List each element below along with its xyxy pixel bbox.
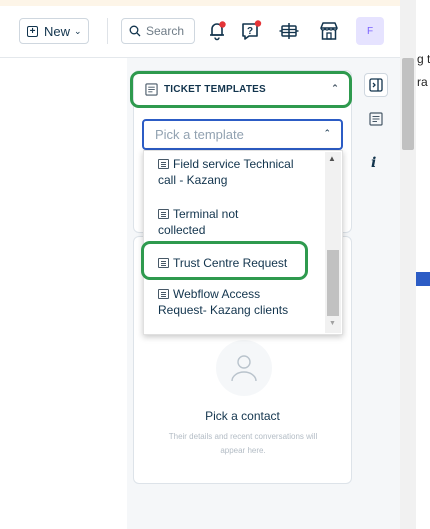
apps-button[interactable] [275,17,303,45]
background-window: g t ra [416,0,430,529]
templates-rail-button[interactable] [368,111,384,127]
template-icon [158,209,169,219]
help-icon: ? [242,20,262,40]
avatar-initial: F [366,25,374,37]
template-picker-placeholder: Pick a template [155,127,244,142]
contact-icon [216,340,272,396]
background-text-line-1: g t [417,52,430,66]
toolbar-divider [107,18,108,44]
dropdown-scrollbar-thumb[interactable] [327,250,339,316]
new-button-label: New [44,23,71,39]
side-rail: i [361,58,393,529]
bell-icon [210,21,226,41]
chevron-down-icon: ⌄ [74,25,82,36]
scroll-down-arrow-icon[interactable]: ▼ [329,320,336,327]
store-icon [320,22,338,40]
option-highlight-outline [141,241,308,280]
svg-text:?: ? [247,26,253,37]
template-icon [158,289,169,299]
header-highlight-outline [130,71,352,108]
template-icon [369,112,383,126]
top-bar: + New ⌄ Search ? F [0,6,400,58]
search-icon [129,25,141,37]
expand-panel-button[interactable] [364,73,388,97]
template-option-field-service[interactable]: Field service Technical call - Kazang [158,156,326,188]
pick-contact-title: Pick a contact [205,409,280,423]
chevron-up-icon: ⌃ [323,128,331,138]
pick-contact-hint: Their details and recent conversations w… [168,432,318,455]
background-blue-block [416,272,430,286]
help-button[interactable]: ? [237,17,265,45]
template-option-terminal-not-collected[interactable]: Terminal not collected [158,206,326,238]
expand-panel-icon [369,78,383,92]
search-label: Search [146,24,185,38]
marketplace-button[interactable] [315,17,343,45]
new-button[interactable]: + New ⌄ [19,18,89,44]
scroll-up-arrow-icon[interactable]: ▲ [328,154,336,163]
info-icon[interactable]: i [371,155,376,171]
search-button[interactable]: Search [121,18,195,44]
template-icon [158,159,169,169]
notifications-button[interactable] [203,17,231,45]
page-scrollbar-thumb[interactable] [402,58,414,150]
template-option-webflow-access[interactable]: Webflow Access Request- Kazang clients [158,286,326,318]
apps-icon [279,23,299,39]
avatar[interactable]: F [356,17,384,45]
template-picker[interactable]: Pick a template ⌃ [142,119,343,150]
background-text-line-2: ra [417,75,428,89]
plus-icon: + [27,25,38,37]
